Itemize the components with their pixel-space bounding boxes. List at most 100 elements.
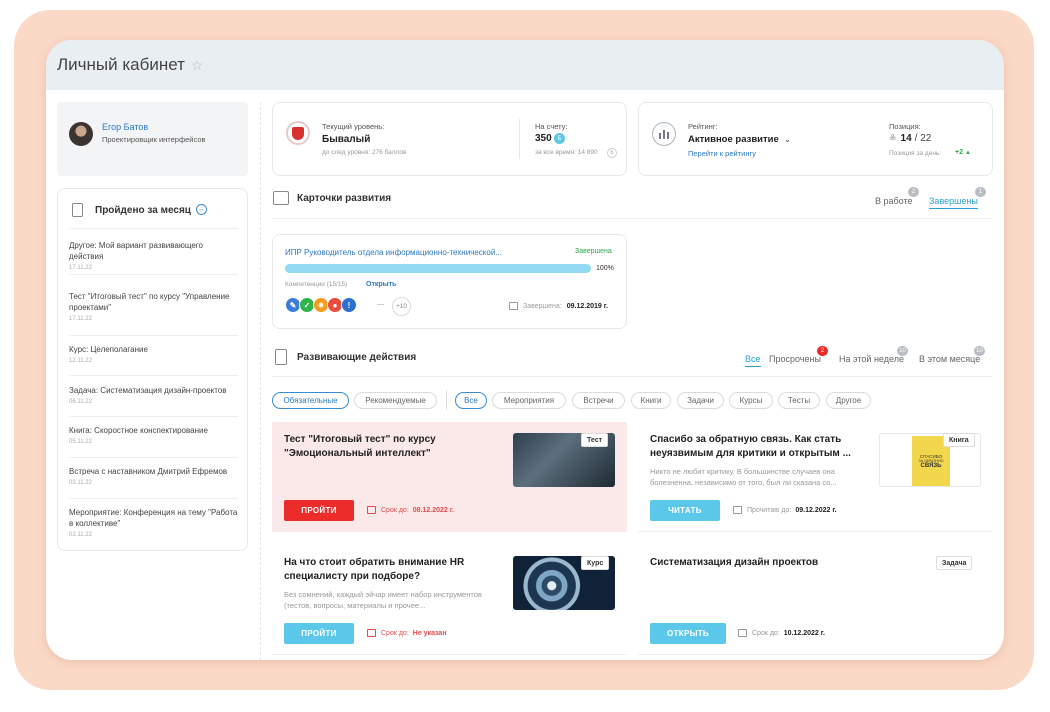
level-next: до след уровня: 276 баллов: [322, 149, 407, 156]
total-points: за все время: 14 890: [535, 149, 598, 156]
filter-all[interactable]: Все: [455, 392, 487, 409]
count-badge: 2: [817, 346, 828, 356]
list-item[interactable]: Задача: Систематизация дизайн-проектов 06…: [69, 385, 238, 417]
filter-books[interactable]: Книги: [631, 392, 671, 409]
action-title[interactable]: Систематизация дизайн проектов: [650, 556, 880, 570]
list-item[interactable]: Другое: Мой вариант развивающего действи…: [69, 240, 238, 275]
clipboard-icon: [72, 203, 83, 217]
more-competences[interactable]: +10: [392, 297, 411, 316]
type-tag: Книга: [943, 433, 975, 447]
day-label: Позиция за день:: [889, 150, 942, 157]
type-tag: Задача: [936, 556, 973, 570]
count-badge: 10: [974, 346, 985, 356]
list-item[interactable]: Курс: Целеполагание 12.11.22: [69, 344, 238, 376]
list-item[interactable]: Мероприятие: Конференция на тему "Работа…: [69, 507, 238, 543]
cards-title: Карточки развития: [297, 193, 392, 204]
action-description: Никто не любит критику. В большинстве сл…: [650, 467, 837, 487]
chevron-down-icon: ⌄: [784, 137, 791, 144]
book-icon: [275, 349, 287, 365]
count-badge: 10: [897, 346, 908, 356]
calendar-icon: [738, 629, 747, 637]
type-tag: Курс: [581, 556, 610, 570]
tab-overdue[interactable]: Просрочены: [769, 354, 821, 364]
filter-events[interactable]: Мероприятия: [492, 392, 566, 409]
level-label: Текущий уровень:: [322, 122, 385, 131]
filter-required[interactable]: Обязательные: [272, 392, 349, 409]
bar-chart-icon: [652, 122, 676, 146]
app-window: Личный кабинет ☆ Егор Батов Проектировщи…: [46, 40, 1004, 660]
level-card: Текущий уровень: Бывалый до след уровня:…: [272, 102, 627, 176]
month-completed-panel: Пройдено за месяц → Другое: Мой вариант …: [57, 188, 248, 551]
rating-value: Активное развитие: [688, 134, 779, 145]
filter-recommended[interactable]: Рекомендуемые: [354, 392, 437, 409]
filter-tasks[interactable]: Задачи: [677, 392, 724, 409]
card-status: Завершена: [575, 248, 612, 255]
tab-all[interactable]: Все: [745, 354, 761, 367]
level-value: Бывалый: [322, 134, 371, 145]
profile-card[interactable]: Егор Батов Проектировщик интерфейсов: [57, 102, 248, 176]
rating-card: Рейтинг: Активное развитие ⌄ Перейти к р…: [638, 102, 993, 176]
tab-this-week[interactable]: На этой неделе: [839, 354, 904, 364]
filter-other[interactable]: Другое: [826, 392, 871, 409]
filter-courses[interactable]: Курсы: [729, 392, 773, 409]
count-badge: 1: [975, 187, 986, 197]
filter-tests[interactable]: Тесты: [778, 392, 820, 409]
exclamation-icon: !: [341, 297, 357, 313]
action-card[interactable]: Тест "Итоговый тест" по курсу "Эмоционал…: [272, 422, 627, 532]
calendar-icon: [509, 302, 518, 310]
due-date: Срок до: Не указан: [367, 629, 447, 637]
shield-icon: [286, 121, 310, 145]
tab-this-month[interactable]: В этом месяце: [919, 354, 980, 364]
position-display: ≗ 14 / 22: [889, 133, 931, 144]
title-bar: Личный кабинет ☆: [46, 40, 1004, 90]
list-item[interactable]: Встреча с наставником Дмитрий Ефремов 03.…: [69, 466, 238, 499]
card-title[interactable]: ИПР Руководитель отдела информационно-те…: [285, 248, 502, 257]
profile-role: Проектировщик интерфейсов: [102, 135, 206, 144]
actions-title: Развивающие действия: [297, 352, 417, 363]
position-value: 14: [900, 133, 912, 144]
competences-label: Компетенции (15/15): [285, 281, 348, 288]
take-button[interactable]: ПРОЙТИ: [284, 623, 354, 644]
month-title: Пройдено за месяц: [95, 205, 191, 216]
rating-link[interactable]: Перейти к рейтингу: [688, 149, 756, 158]
account-value: 350: [535, 133, 552, 144]
due-date: Срок до: 08.12.2022 г.: [367, 506, 454, 514]
action-card[interactable]: На что стоит обратить внимание HR специа…: [272, 545, 627, 655]
completed-date: Завершена: 09.12.2019 г.: [509, 302, 608, 310]
action-title[interactable]: Тест "Итоговый тест" по курсу "Эмоционал…: [284, 433, 484, 461]
filter-meetings[interactable]: Встречи: [572, 392, 625, 409]
list-item[interactable]: Тест "Итоговый тест" по курсу "Управлени…: [69, 291, 238, 336]
calendar-icon: [367, 629, 376, 637]
users-icon: ≗: [889, 133, 897, 143]
due-date: Срок до: 10.12.2022 г.: [738, 629, 825, 637]
calendar-icon: [733, 506, 742, 514]
development-card[interactable]: ИПР Руководитель отдела информационно-те…: [272, 234, 627, 329]
due-date: Прочитаю до: 09.12.2022 г.: [733, 506, 837, 514]
read-button[interactable]: ЧИТАТЬ: [650, 500, 720, 521]
action-title[interactable]: Спасибо за обратную связь. Как стать неу…: [650, 433, 862, 461]
list-item[interactable]: Книга: Скоростное конспектирование 05.11.…: [69, 425, 238, 458]
arrow-right-icon[interactable]: →: [196, 204, 207, 215]
rating-dropdown[interactable]: Активное развитие ⌄: [688, 134, 790, 145]
avatar: [69, 122, 93, 146]
tab-in-progress[interactable]: В работе: [875, 196, 913, 206]
cards-icon: [273, 191, 289, 205]
tab-completed[interactable]: Завершены: [929, 196, 978, 209]
account-label: На счету:: [535, 122, 568, 131]
type-tag: Тест: [581, 433, 609, 447]
calendar-icon: [367, 506, 376, 514]
star-icon[interactable]: ☆: [191, 57, 204, 74]
open-button[interactable]: ОТКРЫТЬ: [650, 623, 726, 644]
action-title[interactable]: На что стоит обратить внимание HR специа…: [284, 556, 484, 584]
progress-track: [285, 264, 591, 273]
position-label: Позиция:: [889, 122, 921, 131]
open-link[interactable]: Открыть: [366, 281, 396, 288]
take-button[interactable]: ПРОЙТИ: [284, 500, 354, 521]
arrow-up-icon: ▲: [964, 150, 971, 156]
points-icon: Б: [554, 133, 565, 144]
progress-fill: [285, 264, 591, 273]
action-card[interactable]: Систематизация дизайн проектов Задача ОТ…: [638, 545, 993, 655]
points-outline-icon: Б: [607, 148, 617, 158]
action-card[interactable]: Спасибо за обратную связь. Как стать неу…: [638, 422, 993, 532]
profile-name[interactable]: Егор Батов: [102, 122, 148, 132]
